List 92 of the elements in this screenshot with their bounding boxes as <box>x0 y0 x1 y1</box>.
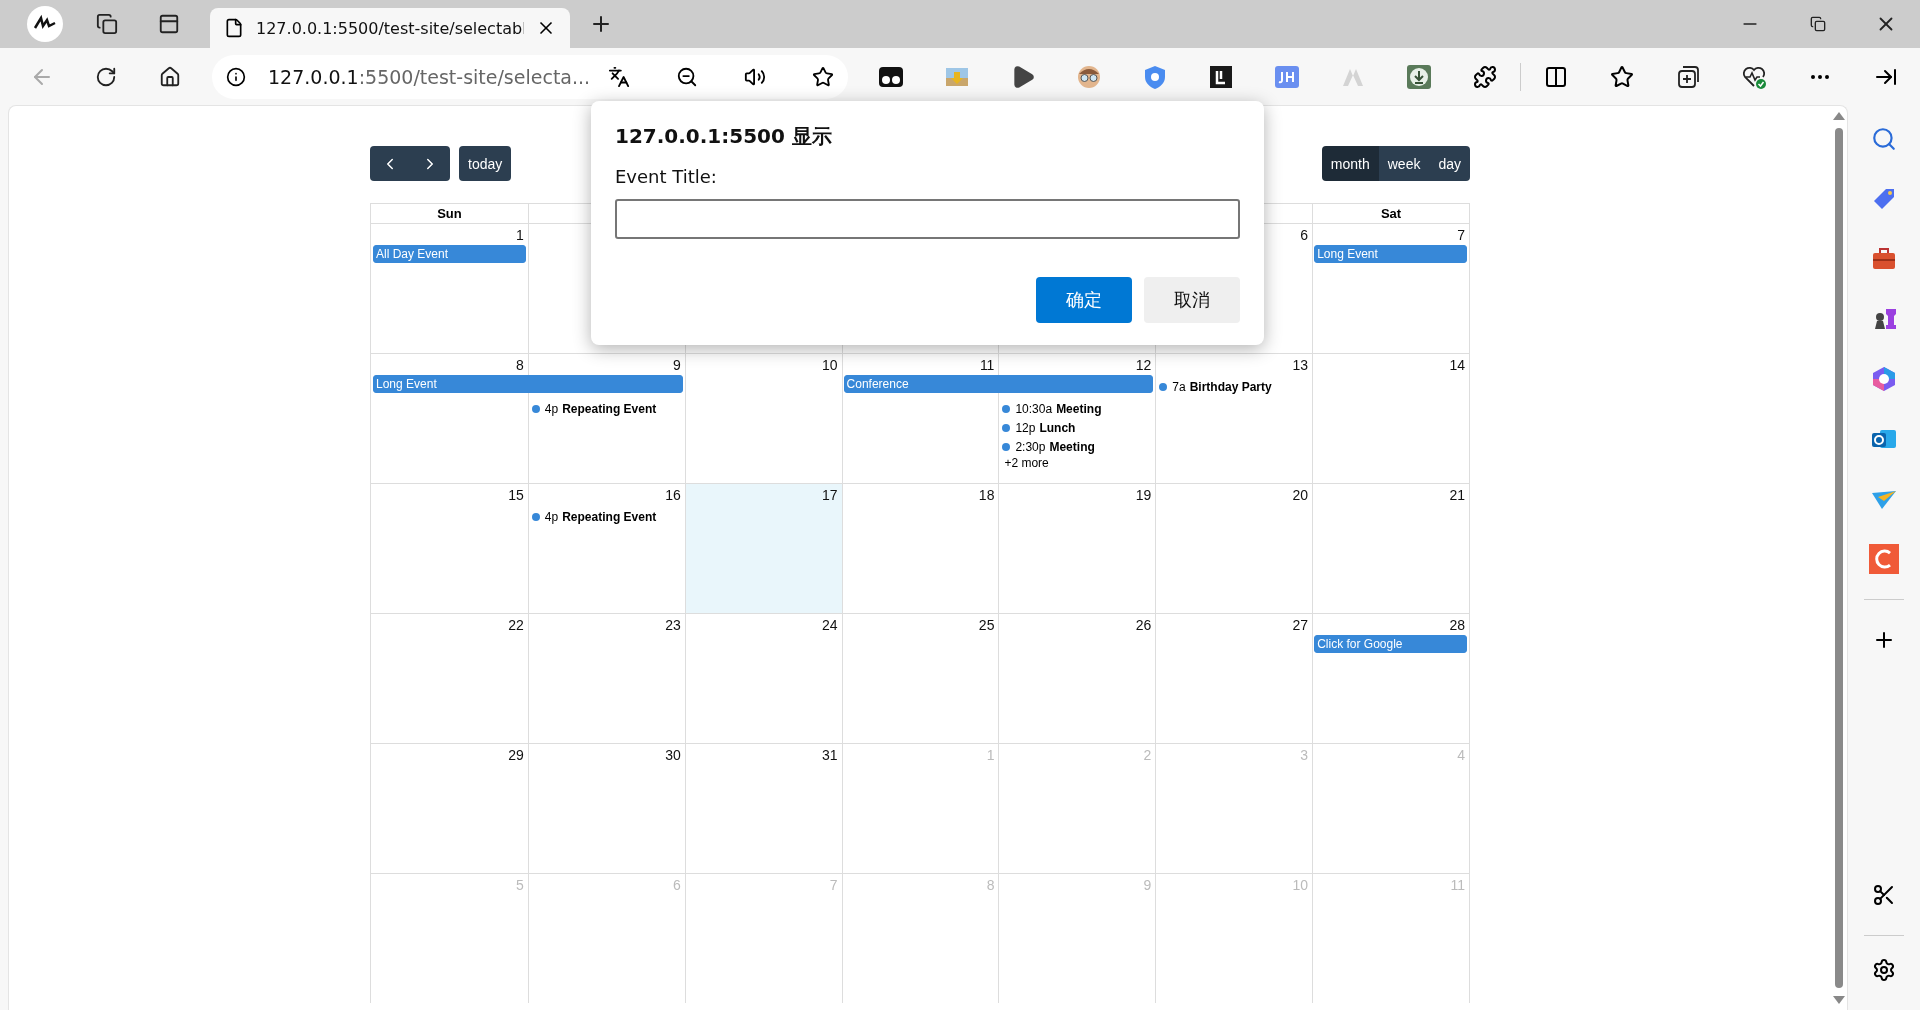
day-number[interactable]: 15 <box>508 484 528 504</box>
page-icon <box>224 18 244 38</box>
translate-icon[interactable] <box>608 65 630 88</box>
day-number[interactable]: 6 <box>1300 224 1313 244</box>
settings-icon[interactable] <box>1872 958 1896 982</box>
day-number[interactable]: 30 <box>665 744 685 764</box>
event-title[interactable]: Birthday Party <box>1189 379 1272 394</box>
home-icon[interactable] <box>159 65 181 88</box>
day-number[interactable]: 31 <box>822 744 842 764</box>
day-number[interactable]: 17 <box>822 484 842 504</box>
weekday-header: Sun <box>437 206 462 221</box>
day-number[interactable]: 28 <box>1449 614 1469 634</box>
day-number[interactable]: 9 <box>672 354 685 374</box>
reload-icon[interactable] <box>95 65 117 88</box>
zoom-out-icon[interactable] <box>676 65 698 88</box>
event-bar[interactable]: Long Event <box>1314 245 1467 263</box>
event-dot <box>1159 382 1168 391</box>
day-number[interactable]: 13 <box>1292 354 1313 374</box>
scroll-up-icon[interactable] <box>1833 112 1845 120</box>
event-dot <box>531 512 540 521</box>
field-label: Event Title: <box>615 166 718 187</box>
day-number[interactable]: 22 <box>508 614 528 634</box>
event-time[interactable]: 2:30p <box>1015 439 1046 454</box>
day-number[interactable]: 8 <box>516 354 528 374</box>
extension-icon[interactable] <box>1208 63 1234 90</box>
day-number[interactable]: 27 <box>1292 614 1313 634</box>
collections-icon[interactable] <box>1675 63 1701 90</box>
event-time[interactable]: 12p <box>1015 420 1036 435</box>
favorites-icon[interactable] <box>1610 64 1634 89</box>
day-number[interactable]: 16 <box>665 484 685 504</box>
event-dot <box>1002 423 1011 432</box>
event-bar[interactable]: All Day Event <box>373 245 526 263</box>
address-bar[interactable]: 127.0.0.1:5500/test-site/selecta... <box>212 54 848 99</box>
day-number[interactable]: 19 <box>1135 484 1156 504</box>
search-icon[interactable] <box>1871 126 1897 152</box>
app-icon[interactable] <box>1869 544 1899 574</box>
event-bar[interactable]: Conference <box>843 375 1154 393</box>
event-title[interactable]: Lunch <box>1039 420 1076 435</box>
event-bar[interactable]: Click for Google <box>1314 635 1467 653</box>
event-time[interactable]: 10:30a <box>1015 401 1053 416</box>
today-button[interactable]: today <box>459 146 512 181</box>
day-number[interactable]: 29 <box>508 744 528 764</box>
view-button[interactable]: day <box>1429 146 1470 181</box>
today-cell[interactable] <box>684 484 842 613</box>
info-icon[interactable] <box>226 66 246 87</box>
day-number[interactable]: 12 <box>1135 354 1156 374</box>
view-button[interactable]: week <box>1378 146 1430 181</box>
download-icon[interactable] <box>1406 63 1432 90</box>
tab-actions-icon[interactable] <box>158 13 180 35</box>
copilot-icon[interactable] <box>1870 365 1898 393</box>
cancel-button[interactable]: 取消 <box>1144 277 1240 323</box>
favorite-star-icon[interactable] <box>812 65 834 88</box>
day-number[interactable]: 7 <box>1457 224 1469 244</box>
event-title[interactable]: Meeting <box>1049 439 1095 454</box>
event-title[interactable]: Repeating Event <box>562 401 657 416</box>
restore-icon[interactable] <box>1810 16 1826 32</box>
day-number[interactable]: 21 <box>1449 484 1469 504</box>
event-title[interactable]: Meeting <box>1056 401 1102 416</box>
day-number[interactable]: 23 <box>665 614 685 634</box>
weekday-header: Sat <box>1380 206 1402 221</box>
day-number[interactable]: 24 <box>822 614 842 634</box>
extensions-icon[interactable] <box>1473 64 1497 89</box>
day-number[interactable]: 14 <box>1449 354 1469 374</box>
day-number[interactable]: 10 <box>822 354 842 374</box>
event-dot <box>1002 404 1011 413</box>
event-time[interactable]: 7a <box>1172 379 1186 394</box>
split-screen-icon[interactable] <box>1544 64 1568 89</box>
more-link[interactable]: +2 more <box>1002 456 1152 470</box>
scroll-down-icon[interactable] <box>1833 996 1845 1004</box>
confirm-button[interactable]: 确定 <box>1036 277 1132 323</box>
day-number[interactable]: 26 <box>1135 614 1156 634</box>
day-number[interactable]: 11 <box>979 354 999 374</box>
day-number[interactable]: 20 <box>1292 484 1313 504</box>
screenshot-icon[interactable] <box>1872 883 1896 907</box>
url-host: 127.0.0.1 <box>268 65 359 88</box>
event-time[interactable]: 4p <box>544 401 559 416</box>
day-number[interactable]: 1 <box>516 224 528 244</box>
shield-icon[interactable] <box>1142 63 1168 90</box>
day-number[interactable]: 18 <box>978 484 999 504</box>
event-title-input[interactable] <box>615 199 1240 239</box>
view-button[interactable]: month <box>1321 146 1379 181</box>
event-dot <box>531 404 540 413</box>
event-bar[interactable]: Long Event <box>373 375 683 393</box>
url-path: :5500/test-site/selecta... <box>358 65 591 88</box>
dialog-title: 127.0.0.1:5500 显示 <box>615 123 833 150</box>
day-number[interactable]: 25 <box>978 614 999 634</box>
event-title[interactable]: Repeating Event <box>562 509 657 524</box>
event-time[interactable]: 4p <box>544 509 559 524</box>
workspaces-icon[interactable] <box>96 13 118 35</box>
event-dot <box>1002 442 1011 451</box>
scrollbar-thumb[interactable] <box>1835 128 1843 988</box>
profile-icon[interactable] <box>27 6 63 42</box>
